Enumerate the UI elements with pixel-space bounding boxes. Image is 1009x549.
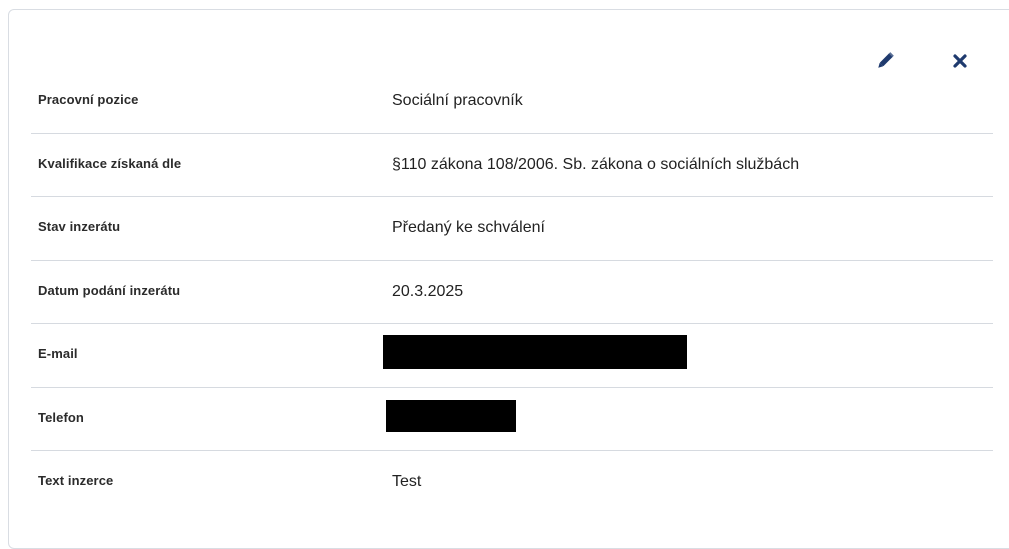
detail-row-email: E-mail xyxy=(31,324,993,388)
detail-row-status: Stav inzerátu Předaný ke schválení xyxy=(31,197,993,261)
detail-label: Pracovní pozice xyxy=(38,92,139,107)
detail-value: 20.3.2025 xyxy=(392,282,464,300)
detail-label: E-mail xyxy=(38,346,78,361)
detail-label: Datum podání inzerátu xyxy=(38,282,181,298)
detail-row-text: Text inzerce Test xyxy=(31,451,993,515)
detail-label: Kvalifikace získaná dle xyxy=(38,155,182,171)
detail-list: Pracovní pozice Sociální pracovník Kvali… xyxy=(31,70,993,515)
detail-label: Telefon xyxy=(38,409,84,425)
detail-row-position: Pracovní pozice Sociální pracovník xyxy=(31,70,993,134)
detail-row-date: Datum podání inzerátu 20.3.2025 xyxy=(31,261,993,324)
detail-row-qualification: Kvalifikace získaná dle §110 zákona 108/… xyxy=(31,134,993,197)
detail-label: Text inzerce xyxy=(38,473,114,488)
redacted-email xyxy=(383,335,687,369)
detail-value: Sociální pracovník xyxy=(392,92,523,109)
detail-value: Předaný ke schválení xyxy=(392,219,545,236)
detail-value: §110 zákona 108/2006. Sb. zákona o sociá… xyxy=(392,155,800,173)
detail-row-phone: Telefon xyxy=(31,388,993,451)
redacted-phone xyxy=(386,399,516,432)
detail-card: Pracovní pozice Sociální pracovník Kvali… xyxy=(8,9,1009,549)
detail-label: Stav inzerátu xyxy=(38,219,121,234)
detail-value: Test xyxy=(392,473,422,490)
